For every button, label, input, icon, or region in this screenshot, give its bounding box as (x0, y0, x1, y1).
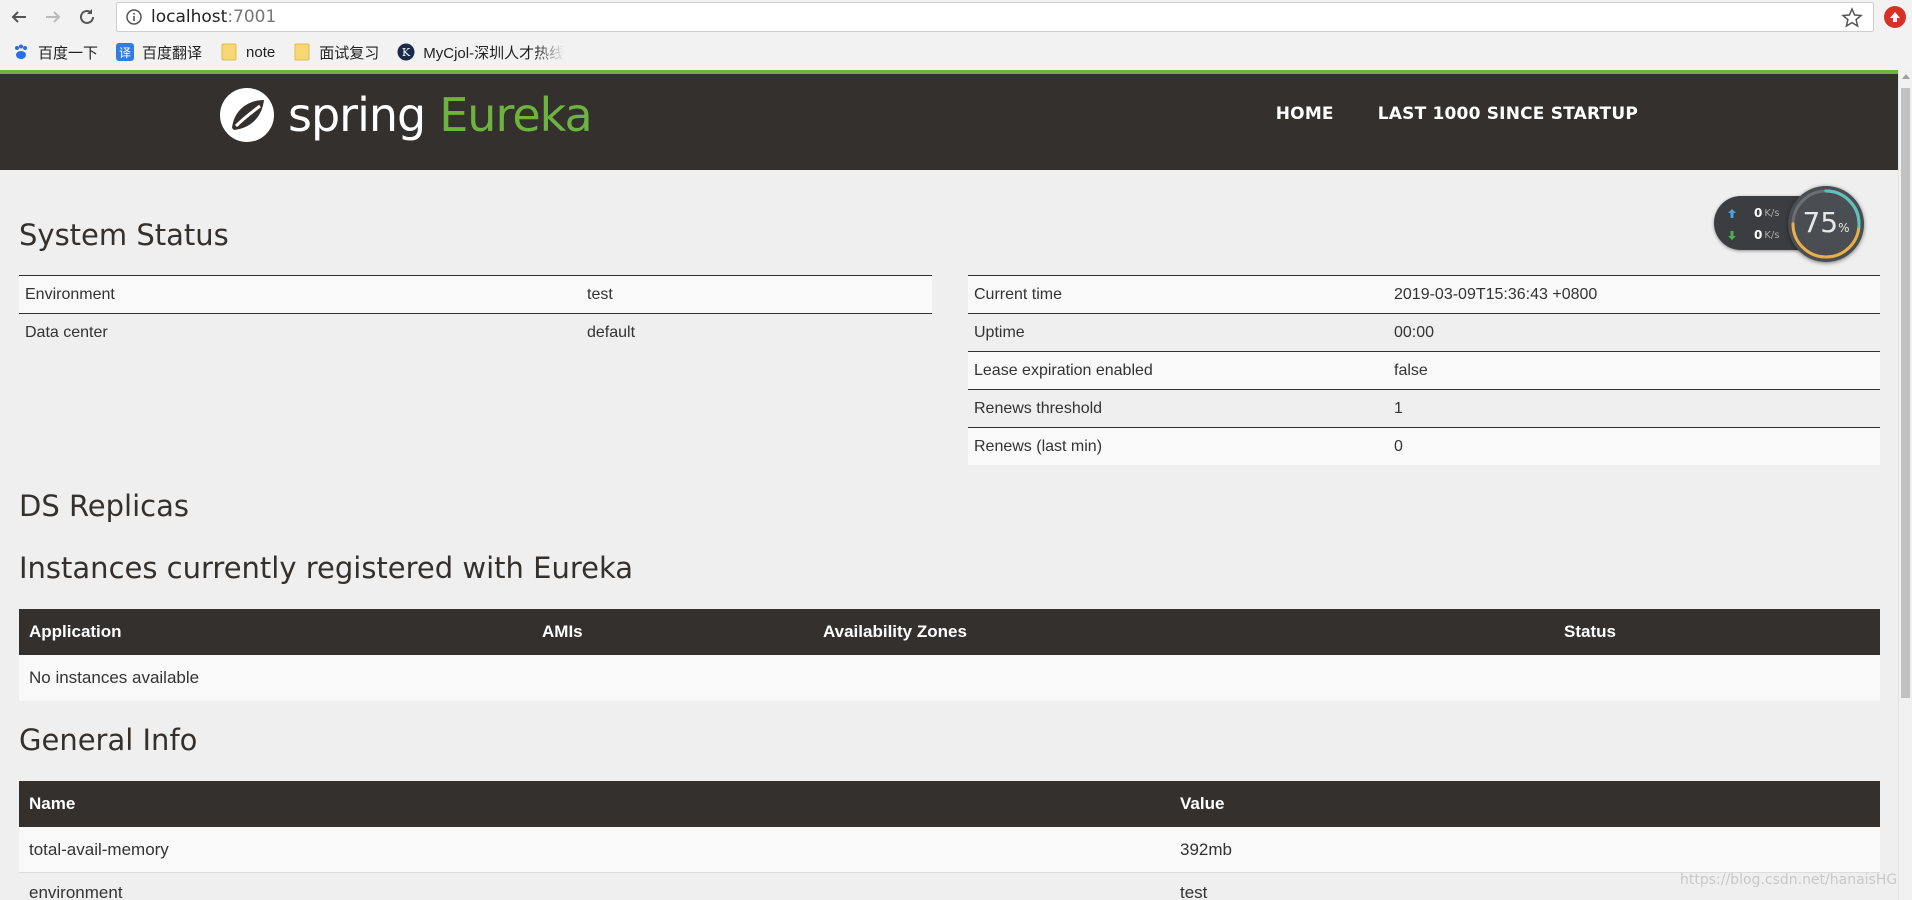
site-icon: K (397, 43, 415, 61)
status-key: Uptime (974, 323, 1025, 341)
nav-home-link[interactable]: HOME (1276, 104, 1334, 124)
download-arrow-icon (1728, 230, 1736, 240)
arrow-up-icon (1890, 12, 1900, 22)
info-value: test (1180, 883, 1208, 900)
bookmark-baidu-translate[interactable]: 译 百度翻译 (116, 42, 202, 63)
system-status-left-table: Environment test Data center default (19, 275, 932, 351)
arrow-left-icon (11, 11, 26, 23)
arrow-right-icon (46, 11, 61, 23)
folder-icon (293, 43, 311, 61)
bookmark-mycjol[interactable]: K MyCjol-深圳人才热线 (397, 41, 564, 63)
info-icon[interactable] (125, 8, 143, 26)
general-info-table: Name Value total-avail-memory 392mb envi… (19, 781, 1880, 900)
bookmarks-bar: 百度一下 译 百度翻译 note 面试复习 K MyCjol-深圳人才热线 (0, 34, 1912, 70)
status-value: 1 (1394, 399, 1403, 417)
spring-leaf-icon (220, 88, 274, 142)
table-row: total-avail-memory 392mb (19, 827, 1880, 873)
url-host: localhost (151, 7, 228, 27)
svg-text:译: 译 (119, 46, 131, 60)
reload-icon (80, 9, 94, 24)
download-speed: 0 K/s (1728, 228, 1780, 242)
col-amis: AMIs (542, 622, 583, 641)
status-key: Environment (25, 285, 115, 303)
empty-instances-text: No instances available (29, 668, 200, 687)
scroll-thumb[interactable] (1901, 88, 1910, 698)
forward-button[interactable] (38, 2, 68, 32)
table-row: Environment test (19, 275, 932, 313)
bookmark-baidu[interactable]: 百度一下 (12, 42, 98, 63)
col-name: Name (29, 794, 76, 813)
table-row: Renews threshold 1 (968, 389, 1880, 427)
eureka-navbar: spring Eureka HOME LAST 1000 SINCE START… (0, 70, 1898, 170)
col-application: Application (29, 622, 122, 641)
brand-logo-link[interactable]: spring Eureka (218, 86, 593, 144)
svg-text:K: K (402, 46, 411, 59)
col-status: Status (1564, 622, 1616, 641)
paw-icon (12, 43, 30, 61)
system-status-title: System Status (19, 218, 229, 252)
status-value: default (587, 323, 636, 341)
extension-update-icon[interactable] (1884, 6, 1906, 28)
upload-arrow-icon (1728, 208, 1736, 218)
instances-title: Instances currently registered with Eure… (19, 551, 634, 585)
ds-replicas-title: DS Replicas (19, 489, 189, 523)
general-info-title: General Info (19, 723, 198, 757)
instances-table: Application AMIs Availability Zones Stat… (19, 609, 1880, 701)
table-row: Data center default (19, 313, 932, 351)
table-row: Lease expiration enabled false (968, 351, 1880, 389)
browser-toolbar: localhost:7001 (0, 0, 1912, 34)
status-value: 0 (1394, 437, 1403, 455)
scroll-up-icon[interactable] (1902, 74, 1910, 79)
table-row: No instances available (19, 655, 1880, 701)
brand-eureka-text: Eureka (439, 88, 592, 142)
nav-last-1000-link[interactable]: LAST 1000 SINCE STARTUP (1378, 104, 1638, 124)
table-row: Current time 2019-03-09T15:36:43 +0800 (968, 275, 1880, 313)
back-button[interactable] (4, 2, 34, 32)
info-value: 392mb (1180, 839, 1232, 859)
bookmark-folder-interview[interactable]: 面试复习 (293, 42, 379, 63)
status-key: Current time (974, 285, 1063, 303)
watermark-text: https://blog.csdn.net/hanaisHG (1680, 872, 1898, 888)
page-scrollbar[interactable] (1898, 70, 1912, 900)
status-value: 00:00 (1394, 323, 1435, 341)
status-value: false (1394, 361, 1428, 379)
folder-icon (220, 43, 238, 61)
url-port: :7001 (227, 7, 277, 27)
upload-speed: 0 K/s (1728, 206, 1780, 220)
table-row: Uptime 00:00 (968, 313, 1880, 351)
nav-links: HOME LAST 1000 SINCE STARTUP (1232, 104, 1638, 124)
bookmark-star-icon[interactable] (1841, 7, 1863, 29)
general-info-table-header: Name Value (19, 781, 1880, 827)
memory-percent: 75% (1802, 206, 1850, 239)
bookmark-folder-note[interactable]: note (220, 43, 275, 61)
instances-table-header: Application AMIs Availability Zones Stat… (19, 609, 1880, 655)
address-bar[interactable]: localhost:7001 (116, 2, 1874, 32)
status-key: Lease expiration enabled (974, 361, 1153, 379)
info-name: environment (29, 883, 123, 900)
status-key: Data center (25, 323, 108, 341)
reload-button[interactable] (72, 2, 102, 32)
col-availability-zones: Availability Zones (823, 622, 967, 641)
translate-icon: 译 (116, 43, 135, 61)
memory-dial: 75% (1788, 186, 1864, 262)
net-speed-widget[interactable]: 0 K/s 0 K/s 75% (1714, 186, 1864, 262)
status-value: test (587, 285, 613, 303)
table-row: environment test (19, 873, 1880, 900)
brand-spring-text: spring (288, 88, 426, 142)
info-name: total-avail-memory (29, 839, 169, 859)
status-value: 2019-03-09T15:36:43 +0800 (1394, 285, 1598, 303)
table-row: Renews (last min) 0 (968, 427, 1880, 465)
status-key: Renews (last min) (974, 437, 1103, 455)
system-status-right-table: Current time 2019-03-09T15:36:43 +0800 U… (968, 275, 1880, 465)
status-key: Renews threshold (974, 399, 1103, 417)
col-value: Value (1180, 794, 1225, 813)
